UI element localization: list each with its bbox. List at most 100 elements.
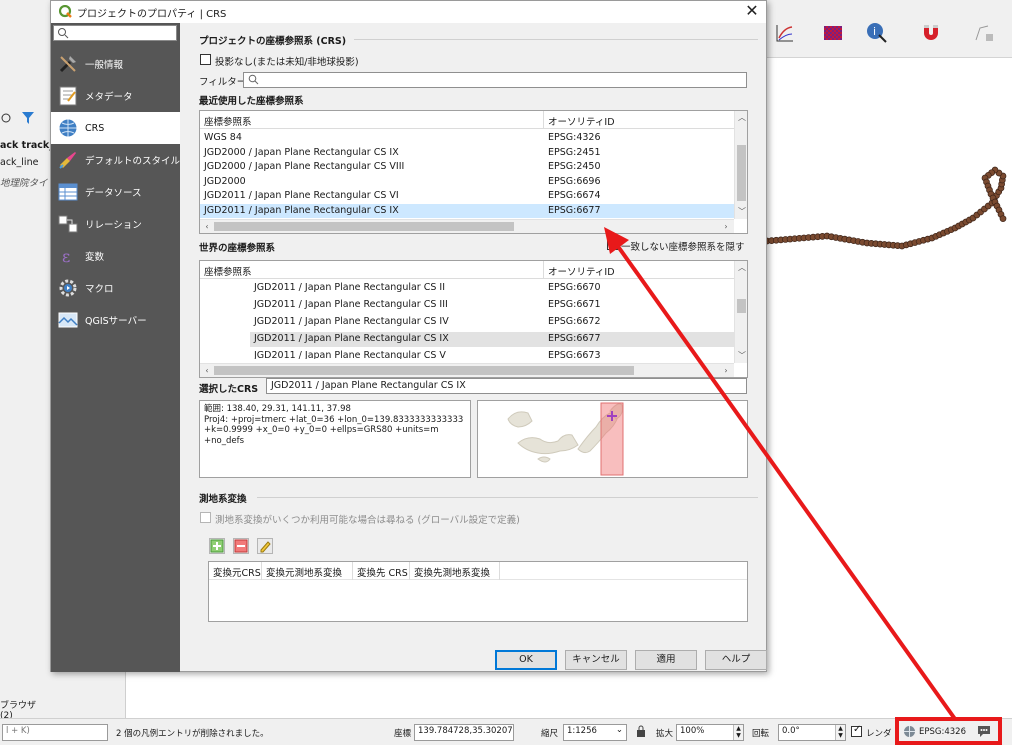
magnifier-field[interactable]: 100% ▲ ▼ bbox=[676, 724, 744, 741]
scroll-thumb[interactable] bbox=[214, 222, 514, 231]
column-divider bbox=[409, 562, 410, 580]
world-table-vscrollbar[interactable]: ︿ ﹀ bbox=[734, 261, 747, 363]
close-button[interactable]: ✕ bbox=[738, 1, 766, 23]
column-divider bbox=[543, 111, 544, 129]
chevron-right-icon[interactable]: › bbox=[720, 222, 732, 232]
nav-item-data-sources[interactable]: データソース bbox=[51, 176, 180, 208]
table-row[interactable]: JGD2000 / Japan Plane Rectangular CS VII… bbox=[200, 160, 734, 175]
table-row[interactable]: WGS 84 EPSG:4326 bbox=[200, 131, 734, 146]
magnifier-spin[interactable]: ▲ ▼ bbox=[733, 725, 743, 740]
status-message: 2 個の凡例エントリが削除されました。 bbox=[116, 729, 269, 739]
apply-button[interactable]: 適用 bbox=[635, 650, 697, 670]
tree-row[interactable]: JGD2011 / Japan Plane Rectangular CS IV … bbox=[200, 315, 734, 330]
locator-search-input[interactable]: l + K) bbox=[2, 724, 108, 741]
lock-icon[interactable] bbox=[636, 725, 646, 741]
chevron-up-icon[interactable]: ︿ bbox=[736, 263, 747, 273]
recent-table-hscrollbar[interactable]: ‹ › bbox=[200, 219, 734, 233]
layer-track-line[interactable]: ack_line bbox=[0, 157, 38, 168]
chevron-left-icon[interactable]: ‹ bbox=[201, 366, 213, 376]
selected-crs-field[interactable]: JGD2011 / Japan Plane Rectangular CS IX bbox=[266, 378, 747, 394]
expression-icon: ε bbox=[57, 245, 79, 267]
rotation-spin[interactable]: ▲ ▼ bbox=[835, 725, 845, 740]
recent-table-vscrollbar[interactable]: ︿ ﹀ bbox=[734, 111, 747, 219]
nav-item-relations[interactable]: リレーション bbox=[51, 208, 180, 240]
cancel-button[interactable]: キャンセル bbox=[565, 650, 627, 670]
hide-deprecated-checkbox[interactable] bbox=[607, 239, 618, 250]
datum-table-header: 変換元CRS 変換元測地系変換 変換先 CRS 変換先測地系変換 bbox=[209, 562, 747, 580]
datum-transform-table: 変換元CRS 変換元測地系変換 変換先 CRS 変換先測地系変換 bbox=[208, 561, 748, 622]
nav-item-qgis-server[interactable]: QGISサーバー bbox=[51, 304, 180, 336]
datum-ask-checkbox[interactable] bbox=[200, 512, 211, 523]
nav-label-variables: 変数 bbox=[85, 252, 105, 263]
table-row[interactable]: JGD2000 / Japan Plane Rectangular CS IX … bbox=[200, 146, 734, 161]
column-divider bbox=[543, 261, 544, 279]
tree-row[interactable]: JGD2011 / Japan Plane Rectangular CS III… bbox=[200, 298, 734, 313]
column-header-crs[interactable]: 座標参照系 bbox=[204, 114, 252, 128]
column-header-authid[interactable]: オーソリティID bbox=[548, 114, 615, 128]
search-icon bbox=[248, 74, 259, 85]
help-button[interactable]: ヘルプ bbox=[705, 650, 767, 670]
nav-item-variables[interactable]: ε 変数 bbox=[51, 240, 180, 272]
coordinate-field[interactable]: 139.784728,35.302072 bbox=[414, 724, 514, 741]
remove-transform-button[interactable] bbox=[233, 538, 249, 554]
chevron-left-icon[interactable]: ‹ bbox=[201, 222, 213, 232]
nav-item-crs[interactable]: CRS bbox=[51, 112, 180, 144]
authid-cell: EPSG:6677 bbox=[548, 204, 601, 216]
chevron-down-icon[interactable]: ﹀ bbox=[736, 351, 747, 361]
hide-deprecated-label: 一致しない座標参照系を隠す bbox=[621, 242, 745, 253]
messages-icon[interactable] bbox=[976, 724, 992, 741]
scroll-thumb[interactable] bbox=[214, 366, 634, 375]
chevron-up-icon[interactable]: ︿ bbox=[736, 113, 747, 123]
crs-status-button[interactable]: EPSG:4326 bbox=[919, 727, 966, 737]
chevron-down-icon[interactable]: ﹀ bbox=[736, 207, 747, 217]
tree-row-selected[interactable]: JGD2011 / Japan Plane Rectangular CS IX … bbox=[250, 332, 734, 347]
table-row-selected[interactable]: JGD2011 / Japan Plane Rectangular CS IX … bbox=[200, 203, 734, 218]
tree-row[interactable]: JGD2011 / Japan Plane Rectangular CS V E… bbox=[200, 349, 734, 359]
rotation-label: 回転 bbox=[752, 729, 770, 739]
nav-item-macros[interactable]: マクロ bbox=[51, 272, 180, 304]
table-row[interactable]: JGD2011 / Japan Plane Rectangular CS VI … bbox=[200, 189, 734, 204]
scroll-thumb[interactable] bbox=[737, 299, 746, 313]
filter-input[interactable] bbox=[243, 72, 747, 88]
crs-name-cell: JGD2011 / Japan Plane Rectangular CS IV bbox=[254, 316, 449, 327]
nav-item-metadata[interactable]: メタデータ bbox=[51, 80, 180, 112]
track-point bbox=[999, 215, 1007, 223]
no-projection-checkbox[interactable] bbox=[200, 54, 211, 65]
scale-combobox[interactable]: 1:1256 ⌄ bbox=[563, 724, 627, 741]
crs-page: プロジェクトの座標参照系 (CRS) 投影なし(または未知/非地球投影) フィル… bbox=[180, 23, 767, 672]
layer-gsi-tiles[interactable]: 地理院タイ bbox=[0, 175, 48, 189]
column-header-authid[interactable]: オーソリティID bbox=[548, 264, 615, 278]
scroll-thumb[interactable] bbox=[737, 145, 746, 201]
nav-search-input[interactable] bbox=[53, 25, 177, 41]
column-header-dest-transform[interactable]: 変換先測地系変換 bbox=[414, 565, 490, 579]
column-header-source-transform[interactable]: 変換元測地系変換 bbox=[266, 565, 342, 579]
table-row[interactable]: JGD2000 EPSG:6696 bbox=[200, 175, 734, 190]
plus-icon bbox=[210, 539, 224, 553]
profile-tool-icon[interactable] bbox=[770, 18, 800, 48]
wrench-icon bbox=[57, 53, 79, 75]
digitize-node-icon[interactable] bbox=[968, 18, 998, 48]
nav-item-default-styles[interactable]: デフォルトのスタイル bbox=[51, 144, 180, 176]
column-header-crs[interactable]: 座標参照系 bbox=[204, 264, 252, 278]
crs-name-cell: JGD2000 / Japan Plane Rectangular CS VII… bbox=[204, 161, 405, 172]
rotation-field[interactable]: 0.0° ▲ ▼ bbox=[778, 724, 846, 741]
column-header-source-crs[interactable]: 変換元CRS bbox=[213, 565, 261, 579]
nav-label-crs: CRS bbox=[85, 122, 105, 134]
world-table-hscrollbar[interactable]: ‹ › bbox=[200, 363, 734, 377]
tree-row[interactable]: JGD2011 / Japan Plane Rectangular CS II … bbox=[200, 281, 734, 296]
crs-proj4-text-cont: +k=0.9999 +x_0=0 +y_0=0 +ellps=GRS80 +un… bbox=[204, 425, 439, 446]
identify-icon[interactable]: i bbox=[862, 18, 892, 48]
column-header-dest-crs[interactable]: 変換先 CRS bbox=[357, 565, 408, 579]
edit-transform-button[interactable] bbox=[257, 538, 273, 554]
render-checkbox[interactable] bbox=[851, 724, 862, 737]
nav-item-general[interactable]: 一般情報 bbox=[51, 48, 180, 80]
world-crs-table: 座標参照系 オーソリティID JGD2011 / Japan Plane Rec… bbox=[199, 260, 748, 378]
heatmap-icon[interactable] bbox=[818, 18, 848, 48]
add-transform-button[interactable] bbox=[209, 538, 225, 554]
browser-tab[interactable]: ブラウザ (2) bbox=[0, 698, 50, 721]
chevron-right-icon[interactable]: › bbox=[720, 366, 732, 376]
ok-button[interactable]: OK bbox=[495, 650, 557, 670]
snapping-magnet-icon[interactable] bbox=[916, 18, 946, 48]
macro-gear-icon bbox=[57, 277, 79, 299]
authid-cell: EPSG:2450 bbox=[548, 161, 601, 172]
